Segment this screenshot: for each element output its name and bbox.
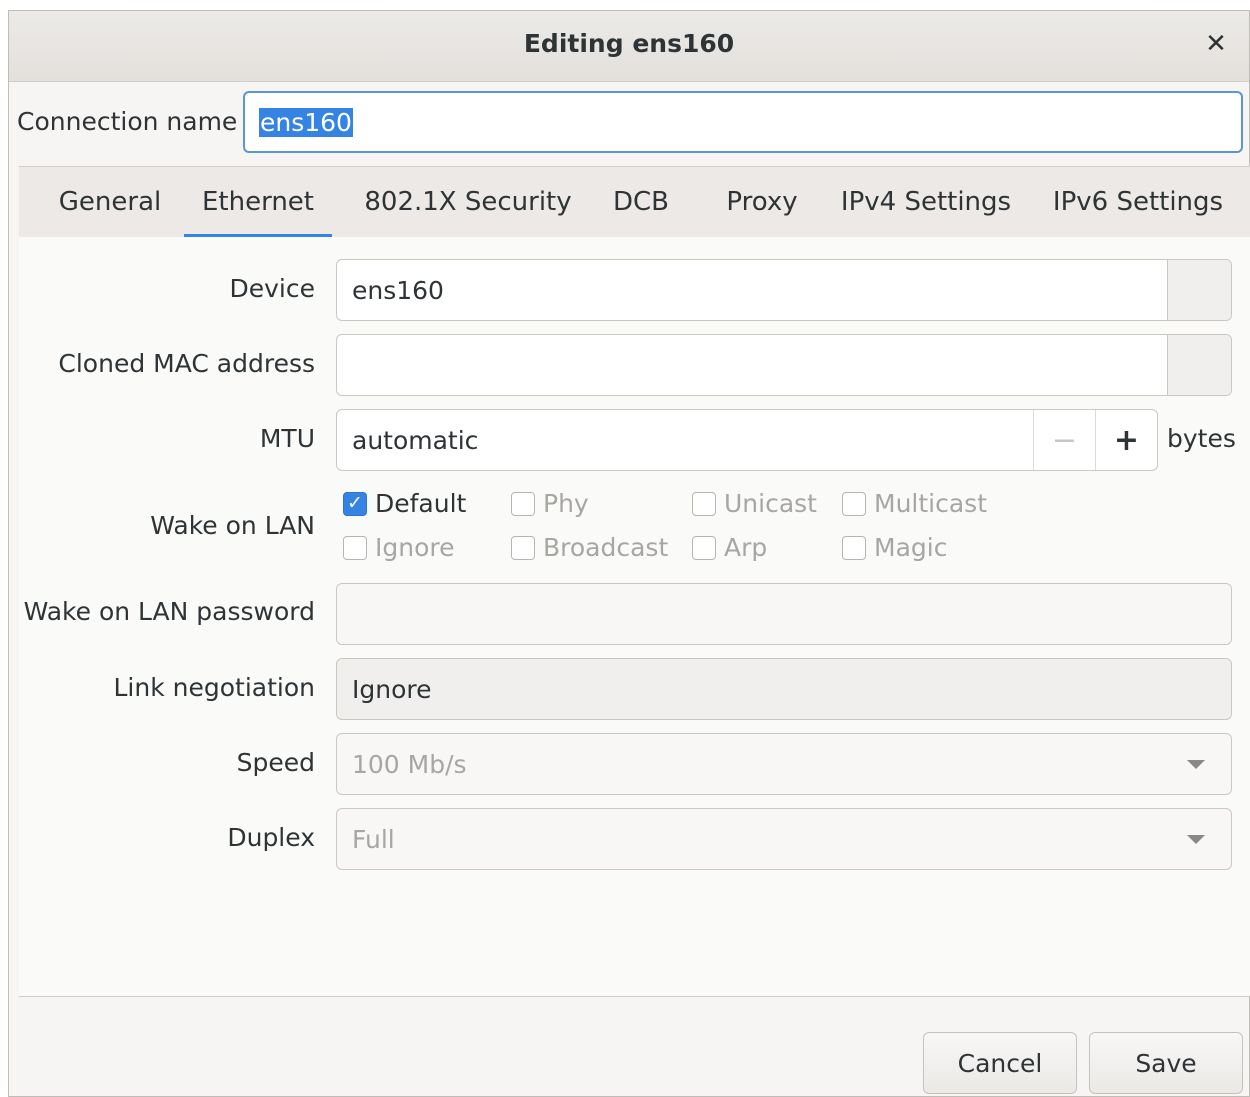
chevron-down-icon <box>1187 834 1205 844</box>
speed-select[interactable]: 100 Mb/s <box>336 733 1232 795</box>
save-button[interactable]: Save <box>1089 1032 1243 1094</box>
mtu-label: MTU <box>259 424 315 453</box>
tab-ethernet[interactable]: Ethernet <box>184 167 332 239</box>
cancel-button[interactable]: Cancel <box>923 1032 1077 1094</box>
mtu-spinbutton[interactable]: automatic − + <box>336 409 1158 471</box>
connection-name-label: Connection name <box>17 107 238 136</box>
tab-bar: General Ethernet 802.1X Security DCB Pro… <box>19 166 1250 239</box>
mtu-decrement-button[interactable]: − <box>1033 410 1095 470</box>
checkbox-box <box>692 491 716 516</box>
wol-broadcast-checkbox[interactable]: Broadcast <box>511 533 668 562</box>
wol-multicast-label: Multicast <box>874 489 988 518</box>
wol-multicast-checkbox[interactable]: Multicast <box>842 489 987 518</box>
cloned-mac-combo[interactable] <box>336 334 1232 396</box>
tab-ipv4-settings[interactable]: IPv4 Settings <box>831 167 1021 237</box>
wol-ignore-checkbox[interactable]: Ignore <box>343 533 455 562</box>
checkbox-box <box>511 535 535 560</box>
link-negotiation-label: Link negotiation <box>113 673 316 702</box>
wol-password-label: Wake on LAN password <box>23 597 315 626</box>
mtu-increment-button[interactable]: + <box>1095 410 1157 470</box>
title-bar: Editing ens160 ✕ <box>9 11 1249 82</box>
connection-name-input[interactable]: ens160 <box>243 91 1243 153</box>
device-combo[interactable]: ens160 <box>336 259 1232 321</box>
checkmark-icon: ✓ <box>347 492 363 514</box>
link-negotiation-select[interactable]: Ignore <box>336 658 1232 720</box>
duplex-select[interactable]: Full <box>336 808 1232 870</box>
close-icon[interactable]: ✕ <box>1199 27 1233 61</box>
wake-on-lan-label: Wake on LAN <box>150 511 315 540</box>
wol-arp-checkbox[interactable]: Arp <box>692 533 767 562</box>
duplex-value: Full <box>352 824 395 854</box>
checkbox-box <box>343 535 367 560</box>
mtu-unit-label: bytes <box>1167 424 1236 453</box>
dialog-title: Editing ens160 <box>523 29 735 58</box>
tab-general[interactable]: General <box>45 167 175 237</box>
device-dropdown-button[interactable] <box>1167 260 1231 320</box>
wol-unicast-label: Unicast <box>724 489 817 518</box>
checkbox-box <box>842 491 866 516</box>
cloned-mac-dropdown-button[interactable] <box>1167 335 1231 395</box>
connection-name-value: ens160 <box>259 107 353 137</box>
wol-unicast-checkbox[interactable]: Unicast <box>692 489 817 518</box>
tab-proxy[interactable]: Proxy <box>707 167 817 237</box>
ethernet-panel: Device ens160 Cloned MAC address MTU aut… <box>19 237 1250 997</box>
device-value: ens160 <box>352 275 444 305</box>
edit-connection-dialog: Editing ens160 ✕ Connection name ens160 … <box>8 10 1250 1097</box>
wol-broadcast-label: Broadcast <box>543 533 669 562</box>
link-negotiation-value: Ignore <box>352 674 432 704</box>
duplex-label: Duplex <box>227 823 315 852</box>
device-label: Device <box>229 274 316 303</box>
tab-8021x-security[interactable]: 802.1X Security <box>359 167 577 237</box>
wol-default-label: Default <box>375 489 467 518</box>
wol-phy-checkbox[interactable]: Phy <box>511 489 589 518</box>
checkbox-box: ✓ <box>343 491 367 516</box>
wol-magic-checkbox[interactable]: Magic <box>842 533 947 562</box>
wol-magic-label: Magic <box>874 533 948 562</box>
tab-dcb[interactable]: DCB <box>596 167 686 237</box>
wol-password-input[interactable] <box>336 583 1232 645</box>
speed-label: Speed <box>236 748 315 777</box>
wol-phy-label: Phy <box>543 489 589 518</box>
tab-ipv6-settings[interactable]: IPv6 Settings <box>1043 167 1233 237</box>
checkbox-box <box>842 535 866 560</box>
checkbox-box <box>511 491 535 516</box>
wol-ignore-label: Ignore <box>375 533 455 562</box>
speed-value: 100 Mb/s <box>352 749 467 779</box>
wol-default-checkbox[interactable]: ✓ Default <box>343 489 466 518</box>
cloned-mac-label: Cloned MAC address <box>58 349 315 378</box>
mtu-value: automatic <box>352 425 479 455</box>
wol-arp-label: Arp <box>724 533 768 562</box>
chevron-down-icon <box>1187 759 1205 769</box>
checkbox-box <box>692 535 716 560</box>
